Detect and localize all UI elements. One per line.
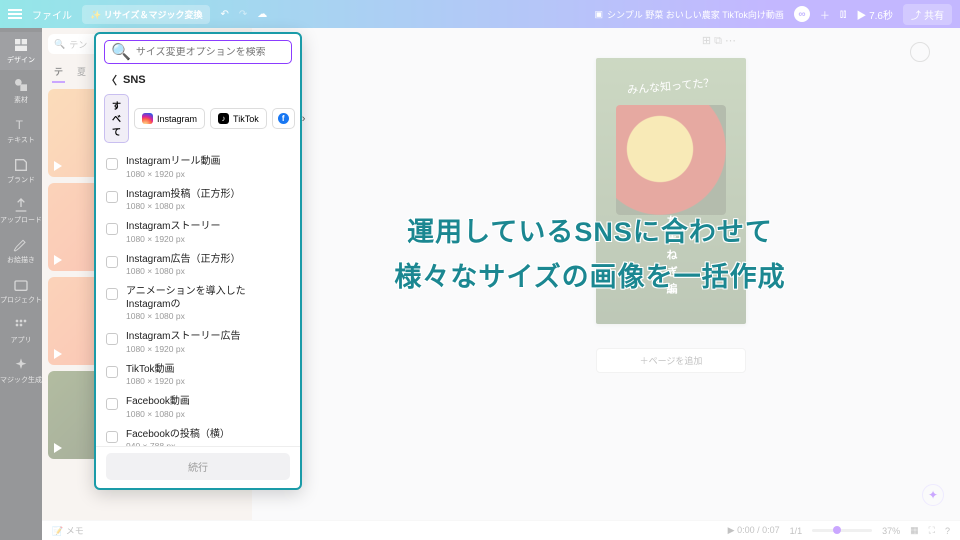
play-icon [54,161,62,171]
search-icon: 🔍 [111,42,131,62]
rail-elements[interactable]: 素材 [0,72,42,110]
checkbox[interactable] [106,431,118,443]
instagram-icon [142,113,153,124]
cloud-sync-icon: ☁ [257,9,267,20]
rail-projects[interactable]: プロジェクト [0,272,42,310]
rail-brand[interactable]: ブランド [0,152,42,190]
tab-a[interactable]: テ [52,62,65,83]
resize-search-input[interactable] [136,47,285,58]
annotation-caption: 運用しているSNSに合わせて 様々なサイズの画像を一括作成 [280,210,900,299]
rail-design[interactable]: デザイン [0,32,42,70]
grid-view-icon[interactable]: ▦ [910,525,919,536]
chip-instagram[interactable]: Instagram [134,108,205,129]
continue-button[interactable]: 続行 [106,453,290,480]
bottom-bar: 📝 メモ ▶ 0:00 / 0:07 1/1 37% ▦ ⛶ ? [42,520,960,540]
size-option[interactable]: Facebookの投稿（横）940 × 788 px [104,424,292,447]
resize-popover: 🔍 〈 SNS すべて Instagram ♪TikTok f › Instag… [94,32,302,490]
size-option[interactable]: アニメーションを導入したInstagramの1080 × 1080 px [104,281,292,326]
play-icon [54,349,62,359]
tab-b[interactable]: 夏 [75,62,88,83]
popover-footer: 続行 [96,446,300,488]
chevron-right-icon[interactable]: › [300,111,308,127]
size-option[interactable]: TikTok動画1080 × 1920 px [104,359,292,392]
zoom-slider[interactable] [812,529,872,532]
page-indicator[interactable]: 1/1 [790,526,803,536]
play-preview[interactable]: ▶ 7.6秒 [856,7,893,22]
checkbox[interactable] [106,256,118,268]
platform-chips: すべて Instagram ♪TikTok f › [96,94,300,151]
magic-fab[interactable]: ✦ [922,484,944,506]
file-menu[interactable]: ファイル [32,7,72,22]
play-icon: ▣ [594,9,603,20]
chip-all[interactable]: すべて [104,94,129,143]
checkbox[interactable] [106,191,118,203]
document-title[interactable]: ▣ シンプル 野菜 おいしい農家 TikTok向け動画 [594,8,783,21]
memo-button[interactable]: 📝 メモ [52,524,84,537]
resize-search[interactable]: 🔍 [104,40,292,64]
checkbox[interactable] [106,288,118,300]
svg-text:T: T [16,118,24,132]
resize-menu-trigger[interactable]: ✨ リサイズ＆マジック変換 [82,5,210,24]
page-tools[interactable]: ⊞ ⧉ ⋯ [702,34,736,48]
play-icon [54,443,62,453]
facebook-icon: f [278,113,289,124]
rail-upload[interactable]: アップロード [0,192,42,230]
checkbox[interactable] [106,333,118,345]
size-option[interactable]: Instagramストーリー広告1080 × 1920 px [104,326,292,359]
size-option[interactable]: Instagramストーリー1080 × 1920 px [104,216,292,249]
size-list: Instagramリール動画1080 × 1920 px Instagram投稿… [96,151,300,446]
checkbox[interactable] [106,366,118,378]
rail-text[interactable]: Tテキスト [0,112,42,150]
add-icon[interactable]: ＋ [820,7,830,22]
breadcrumb[interactable]: 〈 SNS [96,70,300,94]
page-image [616,105,726,215]
chip-facebook[interactable]: f [272,108,295,129]
rail-apps[interactable]: アプリ [0,312,42,350]
top-bar: ファイル ✨ リサイズ＆マジック変換 ↶ ↷ ☁ ▣ シンプル 野菜 おいしい農… [0,0,960,28]
page-headline: みんな知ってた？ [627,74,716,98]
checkbox[interactable] [106,398,118,410]
analytics-icon[interactable]: ⫾⫾ [840,9,846,20]
share-button[interactable]: ⤴ 共有 [903,4,952,25]
size-option[interactable]: Facebook動画1080 × 1080 px [104,391,292,424]
rail-draw[interactable]: お絵描き [0,232,42,270]
size-option[interactable]: Instagram投稿（正方形）1080 × 1080 px [104,184,292,217]
expand-icon[interactable]: ⛶ [929,525,935,536]
size-option[interactable]: Instagram広告（正方形）1080 × 1080 px [104,249,292,282]
menu-icon[interactable] [8,9,22,19]
checkbox[interactable] [106,223,118,235]
tiktok-icon: ♪ [218,113,229,124]
present-icon[interactable]: ∞ [794,6,810,22]
chip-tiktok[interactable]: ♪TikTok [210,108,267,129]
play-icon [54,255,62,265]
undo-icon[interactable]: ↶ [220,9,228,20]
play-time[interactable]: ▶ 0:00 / 0:07 [728,525,780,536]
rail-magic[interactable]: マジック生成 [0,352,42,390]
zoom-value[interactable]: 37% [882,526,900,536]
left-nav-rail: デザイン 素材 Tテキスト ブランド アップロード お絵描き プロジェクト アプ… [0,28,42,540]
redo-icon[interactable]: ↷ [239,9,247,20]
checkbox[interactable] [106,158,118,170]
refresh-icon[interactable] [910,42,930,62]
chevron-left-icon[interactable]: 〈 [106,72,117,88]
help-icon[interactable]: ? [945,526,950,536]
size-option[interactable]: Instagramリール動画1080 × 1920 px [104,151,292,184]
add-page-button[interactable]: ＋ページを追加 [596,348,746,373]
